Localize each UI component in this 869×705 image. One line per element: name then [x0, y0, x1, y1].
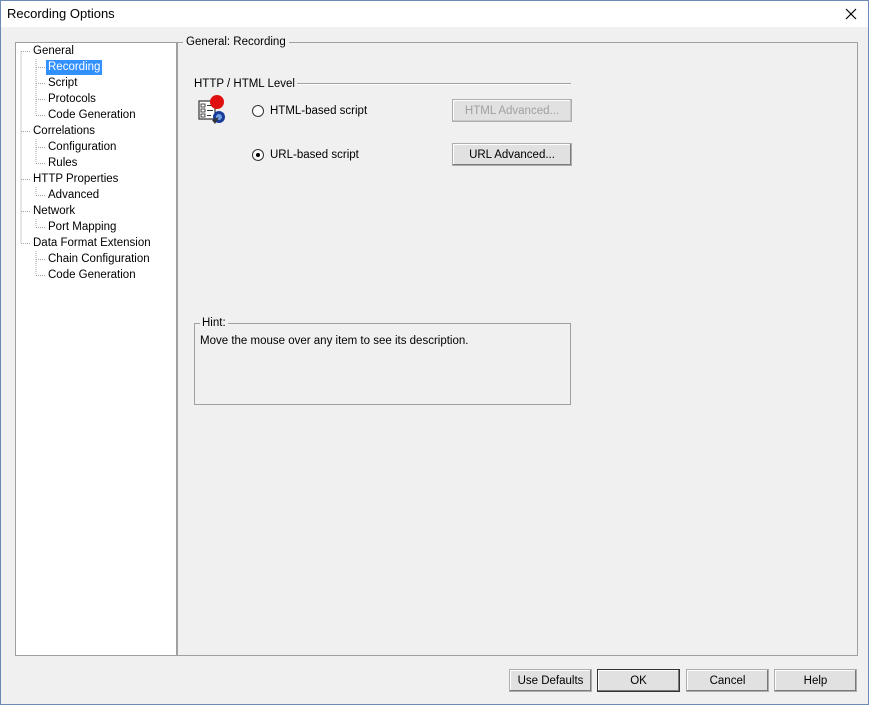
tree-item-recording[interactable]: Recording: [46, 60, 103, 75]
tree-item-correlations[interactable]: Correlations: [31, 124, 97, 139]
tree-item-advanced[interactable]: Advanced: [46, 188, 101, 203]
recording-settings-icon: [198, 95, 225, 124]
tree-item-network[interactable]: Network: [31, 204, 77, 219]
hint-text: Move the mouse over any item to see its …: [200, 335, 469, 347]
tree-item-script[interactable]: Script: [46, 76, 79, 91]
url-advanced-button[interactable]: URL Advanced...: [452, 143, 572, 166]
tree-item-protocols[interactable]: Protocols: [46, 92, 98, 107]
recording-options-dialog: Recording Options General Recording Script…: [0, 0, 869, 705]
tree-item-chain-configuration[interactable]: Chain Configuration: [46, 252, 152, 267]
tree-item-data-format-extension[interactable]: Data Format Extension: [31, 236, 153, 251]
tree-item-configuration[interactable]: Configuration: [46, 140, 118, 155]
url-based-script-radio[interactable]: URL-based script: [252, 147, 359, 163]
tree-item-code-generation[interactable]: Code Generation: [46, 108, 138, 123]
options-tree[interactable]: General Recording Script Protocols Code Gene…: [15, 42, 177, 656]
title-bar: Recording Options: [1, 1, 868, 27]
tree-item-general[interactable]: General: [31, 44, 76, 59]
close-button[interactable]: [834, 1, 868, 27]
tree-item-port-mapping[interactable]: Port Mapping: [46, 220, 118, 235]
html-based-script-label: HTML-based script: [270, 105, 368, 117]
tree-item-rules[interactable]: Rules: [46, 156, 79, 171]
close-icon: [845, 8, 857, 20]
tree-item-http-properties[interactable]: HTTP Properties: [31, 172, 120, 187]
html-based-script-radio-circle[interactable]: [252, 105, 264, 117]
help-button[interactable]: Help: [774, 669, 857, 692]
panel-title: General: Recording: [183, 36, 289, 48]
html-advanced-button[interactable]: HTML Advanced...: [452, 99, 572, 122]
use-defaults-button[interactable]: Use Defaults: [509, 669, 592, 692]
http-html-level-heading: HTTP / HTML Level: [194, 78, 295, 90]
html-based-script-radio[interactable]: HTML-based script: [252, 103, 367, 119]
group-divider: [297, 83, 571, 85]
hint-title: Hint:: [200, 317, 228, 329]
cancel-button[interactable]: Cancel: [686, 669, 769, 692]
ok-button[interactable]: OK: [597, 669, 680, 692]
tree-item-code-generation[interactable]: Code Generation: [46, 268, 138, 283]
url-based-script-label: URL-based script: [270, 149, 359, 161]
url-based-script-radio-circle[interactable]: [252, 149, 264, 161]
window-title: Recording Options: [7, 6, 115, 21]
